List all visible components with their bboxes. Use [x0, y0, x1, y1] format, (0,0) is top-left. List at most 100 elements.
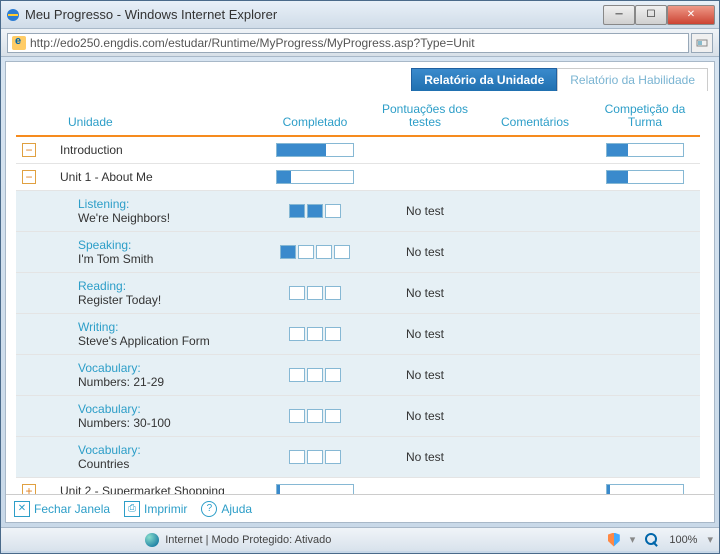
skill-label: Speaking:	[78, 238, 260, 252]
completion-boxes	[260, 327, 370, 341]
test-score-cell: No test	[370, 327, 480, 341]
progress-bar	[276, 143, 354, 157]
lesson-label: Register Today!	[78, 293, 260, 307]
footer-bar: ✕ Fechar Janela ⎙ Imprimir ? Ajuda	[6, 494, 714, 522]
lesson-label: Countries	[78, 457, 260, 471]
skill-label: Writing:	[78, 320, 260, 334]
completion-box	[307, 409, 323, 423]
skill-label: Vocabulary:	[78, 402, 260, 416]
collapse-button[interactable]: −	[22, 143, 36, 157]
class-progress-bar	[606, 170, 684, 184]
completion-box	[298, 245, 314, 259]
zoom-level: 100%	[669, 534, 697, 546]
progress-bar	[276, 170, 354, 184]
skill-label: Listening:	[78, 197, 260, 211]
header-competition: Competição da Turma	[590, 103, 700, 129]
minimize-button[interactable]: ─	[603, 5, 635, 25]
skill-label: Reading:	[78, 279, 260, 293]
page-favicon-icon	[12, 36, 26, 50]
skill-label: Vocabulary:	[78, 443, 260, 457]
completion-box	[325, 368, 341, 382]
unit-row: −Unit 1 - About Me	[16, 164, 700, 191]
tab-skill-report[interactable]: Relatório da Habilidade	[557, 68, 708, 91]
completion-box	[289, 204, 305, 218]
row-label: Speaking:I'm Tom Smith	[42, 238, 260, 266]
completion-box	[307, 327, 323, 341]
completion-box	[325, 204, 341, 218]
url-text: http://edo250.engdis.com/estudar/Runtime…	[30, 36, 475, 50]
titlebar: Meu Progresso - Windows Internet Explore…	[1, 1, 719, 29]
help-button[interactable]: ? Ajuda	[201, 501, 252, 517]
lesson-row: Vocabulary:Numbers: 21-29 No test	[16, 355, 700, 396]
completion-box	[289, 327, 305, 341]
lesson-label: Steve's Application Form	[78, 334, 260, 348]
maximize-button[interactable]: ☐	[635, 5, 667, 25]
row-label: Vocabulary:Countries	[42, 443, 260, 471]
test-score-cell: No test	[370, 204, 480, 218]
header-completed: Completado	[260, 116, 370, 129]
lesson-label: We're Neighbors!	[78, 211, 260, 225]
lesson-label: I'm Tom Smith	[78, 252, 260, 266]
completion-boxes	[260, 450, 370, 464]
zoom-icon	[645, 533, 659, 547]
lesson-row: Vocabulary:Countries No test	[16, 437, 700, 478]
header-comments: Comentários	[480, 116, 590, 129]
row-label[interactable]: Unit 1 - About Me	[42, 170, 260, 184]
tab-unit-report[interactable]: Relatório da Unidade	[411, 68, 557, 91]
test-score-cell: No test	[370, 368, 480, 382]
skill-label: Vocabulary:	[78, 361, 260, 375]
completion-box	[289, 450, 305, 464]
lesson-row: Listening:We're Neighbors! No test	[16, 191, 700, 232]
completion-boxes	[260, 286, 370, 300]
lesson-label: Numbers: 30-100	[78, 416, 260, 430]
row-label: Vocabulary:Numbers: 21-29	[42, 361, 260, 389]
report-tabs: Relatório da Unidade Relatório da Habili…	[6, 62, 714, 91]
header-test-scores: Pontuações dos testes	[370, 103, 480, 129]
completion-box	[325, 327, 341, 341]
compat-view-button[interactable]	[691, 33, 713, 53]
content-area: Relatório da Unidade Relatório da Habili…	[5, 61, 715, 523]
lesson-row: Writing:Steve's Application Form No test	[16, 314, 700, 355]
row-label: Vocabulary:Numbers: 30-100	[42, 402, 260, 430]
completion-box	[289, 409, 305, 423]
url-field[interactable]: http://edo250.engdis.com/estudar/Runtime…	[7, 33, 689, 53]
app-window: Meu Progresso - Windows Internet Explore…	[0, 0, 720, 554]
lesson-row: Vocabulary:Numbers: 30-100 No test	[16, 396, 700, 437]
header-unit: Unidade	[42, 116, 260, 129]
close-button[interactable]: ✕	[667, 5, 715, 25]
completion-boxes	[260, 368, 370, 382]
collapse-button[interactable]: −	[22, 170, 36, 184]
address-bar: http://edo250.engdis.com/estudar/Runtime…	[1, 29, 719, 57]
globe-icon	[145, 533, 159, 547]
test-score-cell: No test	[370, 450, 480, 464]
completion-box	[307, 204, 323, 218]
close-window-button[interactable]: ✕ Fechar Janela	[14, 501, 110, 517]
completion-boxes	[260, 409, 370, 423]
test-score-cell: No test	[370, 286, 480, 300]
completion-box	[325, 450, 341, 464]
unit-row: −Introduction	[16, 137, 700, 164]
completion-boxes	[260, 204, 370, 218]
row-label[interactable]: Introduction	[42, 143, 260, 157]
completion-box	[307, 368, 323, 382]
close-icon: ✕	[14, 501, 30, 517]
grid-scroll[interactable]: −Introduction−Unit 1 - About MeListening…	[16, 137, 700, 513]
shield-icon	[608, 533, 620, 547]
test-score-cell: No test	[370, 409, 480, 423]
row-label: Writing:Steve's Application Form	[42, 320, 260, 348]
completion-box	[307, 286, 323, 300]
lesson-row: Speaking:I'm Tom SmithNo test	[16, 232, 700, 273]
class-progress-bar	[606, 143, 684, 157]
print-button[interactable]: ⎙ Imprimir	[124, 501, 187, 517]
security-zone-text: Internet | Modo Protegido: Ativado	[165, 534, 331, 546]
ie-icon	[5, 7, 21, 23]
completion-box	[289, 286, 305, 300]
completion-boxes	[260, 245, 370, 259]
window-title: Meu Progresso - Windows Internet Explore…	[25, 7, 603, 22]
row-label: Listening:We're Neighbors!	[42, 197, 260, 225]
lesson-label: Numbers: 21-29	[78, 375, 260, 389]
print-icon: ⎙	[124, 501, 140, 517]
grid-header: Unidade Completado Pontuações dos testes…	[16, 95, 700, 137]
completion-box	[280, 245, 296, 259]
help-icon: ?	[201, 501, 217, 517]
